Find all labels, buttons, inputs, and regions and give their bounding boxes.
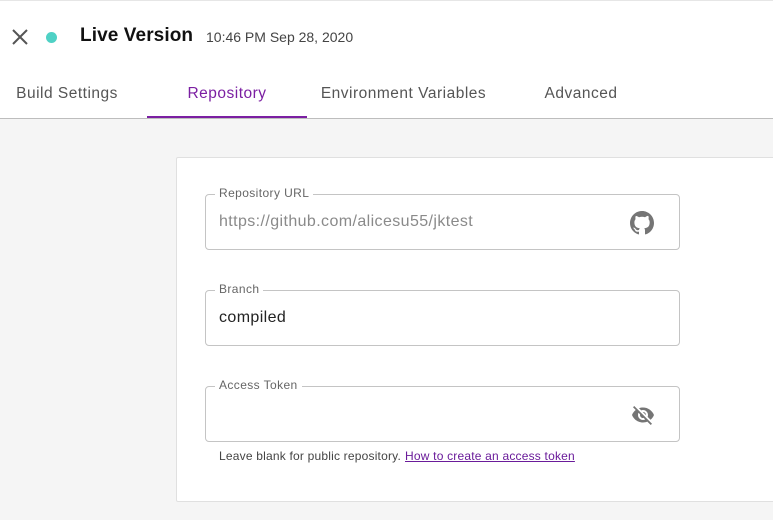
helper-text: Leave blank for public repository. (219, 449, 402, 463)
dialog-header: Live Version 10:46 PM Sep 28, 2020 Build… (0, 0, 773, 119)
version-title: Live Version (80, 25, 194, 46)
tab-environment-variables[interactable]: Environment Variables (307, 71, 500, 118)
settings-tabs: Build Settings Repository Environment Va… (0, 71, 773, 118)
repository-url-value[interactable]: https://github.com/alicesu55/jktest (219, 213, 473, 231)
github-icon (630, 211, 654, 235)
close-icon[interactable] (10, 27, 30, 47)
tab-label: Advanced (544, 85, 618, 102)
access-token-label: Access Token (215, 378, 302, 392)
branch-label: Branch (215, 282, 264, 296)
tab-label: Environment Variables (320, 85, 487, 102)
tab-label: Build Settings (16, 85, 118, 102)
access-token-help-link[interactable]: How to create an access token (405, 449, 575, 463)
header-divider (0, 118, 773, 119)
status-indicator (46, 32, 57, 43)
tab-advanced[interactable]: Advanced (526, 71, 636, 118)
tab-repository[interactable]: Repository (147, 71, 307, 118)
version-timestamp: 10:46 PM Sep 28, 2020 (206, 29, 354, 45)
tab-build-settings[interactable]: Build Settings (0, 71, 134, 118)
access-token-helper: Leave blank for public repository. How to… (219, 449, 575, 463)
repository-url-label: Repository URL (215, 186, 314, 200)
repository-settings-card: Repository URL https://github.com/alices… (176, 157, 773, 502)
tab-label: Repository (187, 85, 267, 102)
close-button[interactable] (10, 27, 30, 47)
eye-off-icon[interactable] (630, 403, 654, 427)
repository-url-field[interactable]: Repository URL https://github.com/alices… (205, 186, 680, 250)
branch-value[interactable]: compiled (219, 309, 286, 327)
access-token-field[interactable]: Access Token (205, 378, 680, 442)
branch-field[interactable]: Branch compiled (205, 282, 680, 346)
